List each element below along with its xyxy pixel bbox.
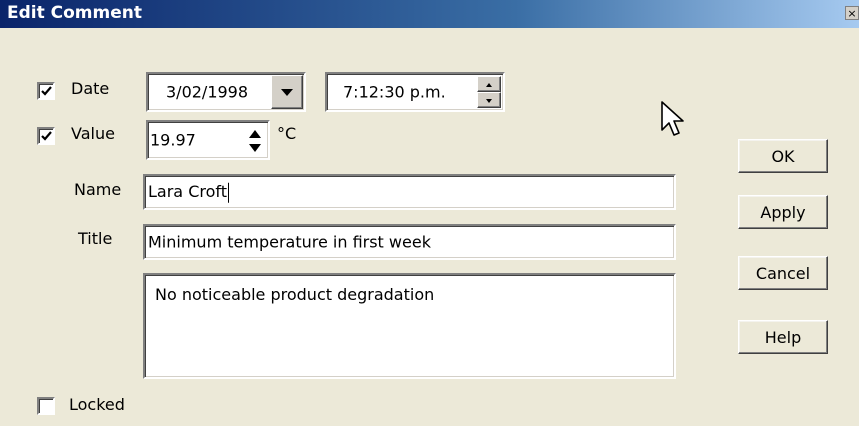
triangle-up-icon	[249, 130, 261, 138]
cancel-button[interactable]: Cancel	[738, 256, 828, 290]
value-spin-buttons[interactable]	[246, 126, 264, 156]
value-checkbox[interactable]	[37, 127, 55, 145]
title-value: Minimum temperature in first week	[148, 232, 431, 252]
chevron-down-icon	[281, 89, 293, 96]
date-label: Date	[71, 79, 110, 98]
ok-button[interactable]: OK	[738, 139, 828, 173]
locked-label: Locked	[69, 395, 125, 414]
title-label: Title	[78, 229, 113, 248]
date-value: 3/02/1998	[166, 82, 249, 102]
triangle-up-icon	[486, 83, 492, 87]
date-dropdown[interactable]: 3/02/1998	[146, 72, 306, 112]
close-icon: ×	[847, 7, 857, 20]
name-value: Lara Croft	[148, 181, 227, 201]
time-spin-down[interactable]	[477, 92, 501, 108]
time-spinner[interactable]: 7:12:30 p.m.	[325, 72, 505, 112]
locked-checkbox[interactable]	[37, 397, 55, 415]
title-field[interactable]: Minimum temperature in first week	[143, 224, 676, 260]
window-title: Edit Comment	[7, 3, 142, 23]
name-label: Name	[74, 180, 122, 199]
date-checkbox[interactable]	[37, 82, 55, 100]
value-number: 19.97	[150, 130, 196, 150]
value-unit: °C	[277, 124, 297, 143]
comment-textarea[interactable]: No noticeable product degradation	[143, 273, 676, 379]
comment-value: No noticeable product degradation	[155, 285, 435, 304]
mouse-pointer-icon	[661, 101, 684, 136]
text-caret	[228, 182, 229, 203]
close-button[interactable]: ×	[845, 6, 859, 20]
check-icon	[41, 131, 52, 141]
value-label: Value	[71, 124, 115, 143]
apply-button[interactable]: Apply	[738, 195, 828, 229]
triangle-down-icon	[249, 144, 261, 152]
triangle-down-icon	[486, 99, 492, 103]
check-icon	[41, 86, 52, 96]
edit-comment-dialog: Edit Comment × Date 3/02/1998 7:12:30 p.…	[0, 0, 859, 426]
name-field[interactable]: Lara Croft	[143, 174, 676, 210]
help-button[interactable]: Help	[738, 320, 828, 354]
time-spin-up[interactable]	[477, 76, 501, 92]
date-dropdown-button[interactable]	[271, 75, 303, 109]
value-spinner[interactable]: 19.97	[146, 120, 270, 160]
title-bar: Edit Comment ×	[0, 0, 859, 28]
time-value: 7:12:30 p.m.	[343, 82, 446, 102]
